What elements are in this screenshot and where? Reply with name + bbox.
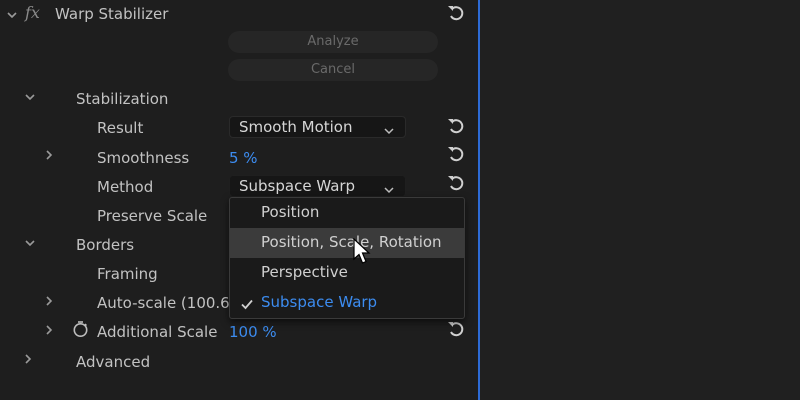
method-select[interactable]: Subspace Warp <box>229 175 406 197</box>
result-label: Result <box>97 119 144 137</box>
effect-controls-panel: fx Warp Stabilizer Analyze Cancel Stabil… <box>0 0 478 400</box>
framing-label: Framing <box>97 265 158 283</box>
autoscale-label: Auto-scale (100.6% <box>97 294 229 312</box>
reset-effect-icon[interactable] <box>445 2 467 24</box>
autoscale-expand-icon[interactable] <box>43 295 55 307</box>
reset-result-icon[interactable] <box>445 115 467 137</box>
menu-item-position-scale-rotation[interactable]: Position, Scale, Rotation <box>230 228 464 258</box>
borders-chevron-icon[interactable] <box>24 237 36 249</box>
smoothness-expand-icon[interactable] <box>43 149 55 161</box>
menu-item-position[interactable]: Position <box>230 198 464 228</box>
method-dropdown-menu: Position Position, Scale, Rotation Persp… <box>229 197 465 319</box>
menu-item-perspective[interactable]: Perspective <box>230 258 464 288</box>
stopwatch-icon[interactable] <box>72 320 89 338</box>
checkmark-icon <box>240 296 254 310</box>
result-select[interactable]: Smooth Motion <box>229 116 406 138</box>
menu-item-label: Perspective <box>261 263 348 281</box>
preserve-scale-label: Preserve Scale <box>97 207 208 225</box>
borders-heading: Borders <box>76 236 135 254</box>
method-label: Method <box>97 178 154 196</box>
method-select-value: Subspace Warp <box>239 177 356 195</box>
smoothness-label: Smoothness <box>97 149 190 167</box>
cancel-button[interactable]: Cancel <box>228 59 438 81</box>
fx-badge[interactable]: fx <box>25 3 40 22</box>
menu-item-label: Subspace Warp <box>261 293 378 311</box>
collapse-chevron-icon[interactable] <box>6 9 18 21</box>
advanced-heading: Advanced <box>76 353 151 371</box>
reset-smoothness-icon[interactable] <box>445 143 467 165</box>
chevron-down-icon <box>383 122 395 135</box>
mouse-pointer-icon <box>352 237 372 266</box>
menu-item-subspace-warp[interactable]: Subspace Warp <box>230 288 464 318</box>
timeline-area <box>480 0 800 400</box>
additional-scale-value[interactable]: 100 % <box>229 323 277 341</box>
advanced-expand-icon[interactable] <box>22 353 34 365</box>
additional-scale-expand-icon[interactable] <box>43 324 55 336</box>
effect-title: Warp Stabilizer <box>55 5 169 23</box>
analyze-button[interactable]: Analyze <box>228 31 438 53</box>
additional-scale-label: Additional Scale <box>97 323 218 341</box>
stabilization-heading: Stabilization <box>76 90 169 108</box>
chevron-down-icon <box>383 181 395 194</box>
reset-method-icon[interactable] <box>445 172 467 194</box>
menu-item-label: Position <box>261 203 320 221</box>
stabilization-chevron-icon[interactable] <box>24 91 36 103</box>
result-select-value: Smooth Motion <box>239 118 353 136</box>
reset-additional-scale-icon[interactable] <box>445 318 467 340</box>
smoothness-value[interactable]: 5 % <box>229 149 258 167</box>
